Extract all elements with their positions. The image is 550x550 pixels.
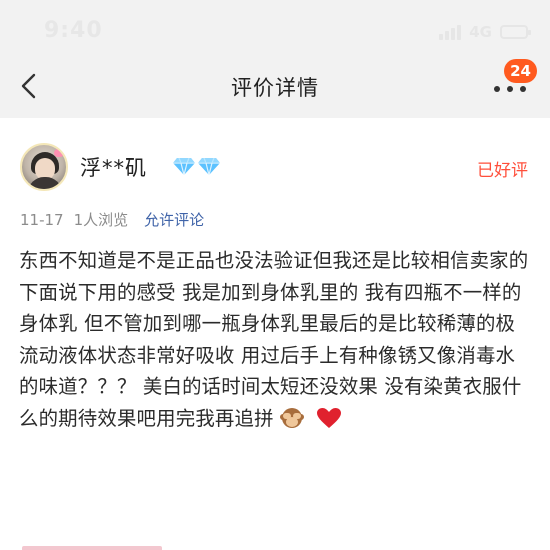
allow-comment-link[interactable]: 允许评论	[144, 209, 204, 230]
red-heart-emoji	[317, 407, 342, 428]
top-bar: 9:40 4G 评价详情 24	[0, 0, 550, 118]
network-label: 4G	[469, 23, 492, 41]
status-time: 9:40	[44, 18, 103, 43]
notification-badge: 24	[504, 59, 537, 83]
review-meta: 11-17 1人浏览 允许评论	[20, 209, 204, 230]
status-icons: 4G	[439, 22, 531, 42]
view-count: 1人浏览	[73, 211, 129, 229]
review-body: 东西不知道是不是正品也没法验证但我还是比较相信卖家的下面说下用的感受 我是加到身…	[19, 245, 531, 434]
review-date: 11-17	[20, 210, 64, 229]
diamond-icon	[198, 157, 220, 176]
member-level	[172, 156, 221, 176]
see-no-evil-monkey-emoji	[280, 407, 305, 428]
page-title: 评价详情	[231, 76, 319, 100]
review-text: 东西不知道是不是正品也没法验证但我还是比较相信卖家的下面说下用的感受 我是加到身…	[19, 249, 529, 430]
reviewer-name[interactable]: 浮**矶	[80, 152, 147, 182]
reviewer-row: 浮**矶 已好评	[20, 143, 528, 191]
avatar[interactable]	[20, 143, 68, 191]
signal-icon	[439, 24, 462, 40]
diamond-icon	[173, 157, 195, 176]
next-card-edge	[22, 546, 162, 550]
battery-icon	[500, 25, 531, 39]
rating-tag: 已好评	[477, 161, 528, 181]
more-dots-icon	[494, 86, 500, 92]
